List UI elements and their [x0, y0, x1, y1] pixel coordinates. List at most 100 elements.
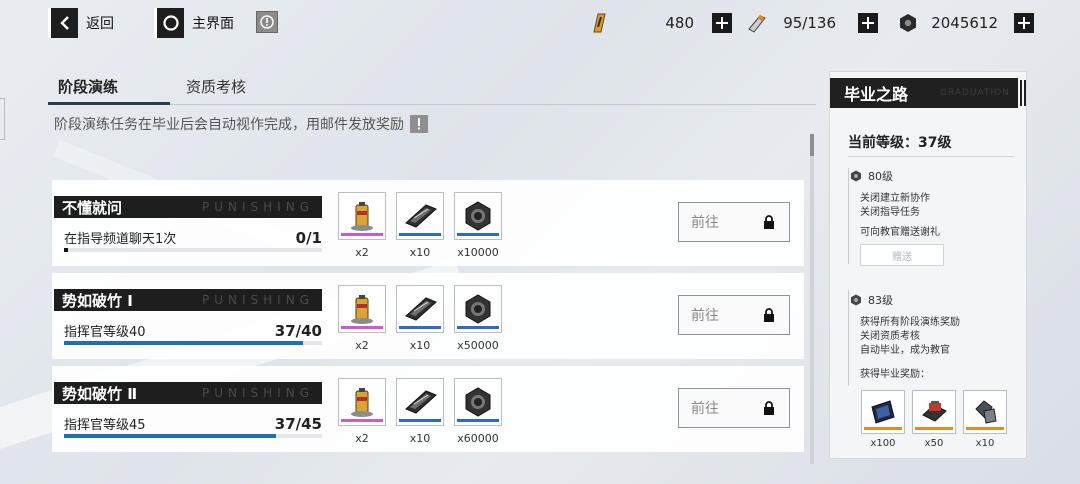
reward-item[interactable]: x60000 — [454, 378, 502, 445]
reward-item[interactable]: x10 — [396, 192, 444, 259]
level-80-line: 关闭建立新协作 — [860, 193, 930, 204]
stamina-icon — [593, 13, 606, 33]
level-83-line: 自动毕业，成为教官 — [860, 345, 950, 356]
graduation-panel: 毕业之路 GRADUATION 当前等级：37级 80级 关闭建立新协作 关闭指… — [829, 71, 1027, 459]
task-watermark: PUNISHING — [202, 200, 314, 214]
task-title-bar: 不懂就问 PUNISHING — [54, 196, 322, 218]
divider — [848, 156, 1014, 157]
task-title-bar: 势如破竹 Ⅱ PUNISHING — [54, 382, 322, 404]
task-requirement: 指挥官等级45 37/45 — [64, 414, 322, 433]
resource-key: 95/136 — [746, 12, 878, 34]
gift-button[interactable]: 赠送 — [860, 244, 944, 266]
progress-value: 37/45 — [274, 415, 322, 433]
reward-count: x60000 — [457, 432, 499, 445]
graduation-reward-item[interactable]: x100 — [861, 390, 905, 449]
reward-item[interactable]: x2 — [338, 378, 386, 445]
plus-icon — [1018, 17, 1030, 29]
reward-count: x2 — [355, 246, 369, 259]
go-button[interactable]: 前往 — [678, 388, 790, 428]
level-83-line: 关闭资质考核 — [860, 331, 920, 342]
progress-fill — [64, 341, 303, 345]
hex-level-icon — [851, 170, 861, 182]
back-label: 返回 — [86, 16, 114, 32]
level-80-line: 关闭指导任务 — [860, 207, 920, 218]
notice-label: 阶段演练任务在毕业后会自动视作完成，用邮件发放奖励 — [54, 117, 404, 133]
task-card: 不懂就问 PUNISHING 在指导频道聊天1次 0/1 x2 x10 x100… — [52, 180, 804, 266]
reward-item[interactable]: x10000 — [454, 192, 502, 259]
task-requirement: 在指导频道聊天1次 0/1 — [64, 228, 322, 247]
supply-box-icon — [922, 401, 947, 422]
graduation-rewards-title: 获得毕业奖励： — [860, 369, 930, 380]
coin-value: 2045612 — [931, 14, 998, 32]
task-requirement: 指挥官等级40 37/40 — [64, 321, 322, 340]
reward-count: x50 — [924, 438, 944, 449]
supply-chip-icon — [405, 204, 437, 228]
task-watermark: PUNISHING — [202, 386, 314, 400]
reward-count: x2 — [355, 432, 369, 445]
level-80-header: 80级 — [850, 168, 1016, 184]
progress-fill — [64, 248, 68, 252]
requirement-text: 在指导频道聊天1次 — [64, 232, 177, 247]
left-edge-tab — [0, 98, 5, 140]
home-button[interactable]: 主界面 — [154, 8, 234, 38]
hex-level-icon — [851, 294, 861, 306]
progress-bar — [64, 341, 322, 345]
add-stamina-button[interactable] — [712, 13, 732, 33]
go-button[interactable]: 前往 — [678, 202, 790, 242]
home-label: 主界面 — [192, 16, 234, 32]
tab-qualification[interactable]: 资质考核 — [186, 76, 246, 97]
timeline-line — [848, 168, 849, 264]
progress-fill — [64, 434, 277, 438]
lock-icon — [764, 401, 774, 415]
reward-count: x10000 — [457, 246, 499, 259]
graduation-header: 毕业之路 GRADUATION — [830, 78, 1026, 108]
plus-icon — [716, 17, 728, 29]
reward-item[interactable]: x2 — [338, 285, 386, 352]
add-coin-button[interactable] — [1014, 13, 1034, 33]
key-icon — [748, 14, 766, 33]
reward-count: x10 — [409, 246, 431, 259]
graduation-subtitle: GRADUATION — [940, 88, 1010, 98]
go-button[interactable]: 前往 — [678, 295, 790, 335]
progress-value: 0/1 — [295, 229, 322, 247]
timeline-line — [848, 290, 849, 386]
reward-count: x50000 — [457, 339, 499, 352]
reward-count: x2 — [355, 339, 369, 352]
scroll-thumb[interactable] — [810, 134, 814, 156]
notice-info-icon[interactable] — [410, 115, 428, 133]
reward-item[interactable]: x50000 — [454, 285, 502, 352]
tab-stage-drill[interactable]: 阶段演练 — [58, 76, 118, 97]
level-83-header: 83级 — [850, 292, 1016, 308]
notice-text: 阶段演练任务在毕业后会自动视作完成，用邮件发放奖励 — [54, 114, 428, 134]
gear-coin-icon — [465, 294, 491, 324]
add-key-button[interactable] — [858, 13, 878, 33]
task-scrollbar[interactable] — [810, 134, 814, 464]
back-arrow-icon — [48, 8, 78, 38]
level-80-block: 80级 关闭建立新协作 关闭指导任务 可向教官赠送谢礼 赠送 — [850, 168, 1016, 266]
reward-item[interactable]: x10 — [396, 285, 444, 352]
task-title: 势如破竹 Ⅱ — [62, 384, 138, 403]
go-label: 前往 — [691, 308, 719, 324]
level-83-label: 83级 — [868, 294, 893, 307]
info-button[interactable] — [256, 11, 278, 33]
top-bar: 返回 主界面 480 95/136 2045612 — [0, 0, 1080, 46]
graduation-reward-item[interactable]: x10 — [963, 390, 1007, 449]
go-label: 前往 — [691, 215, 719, 231]
back-button[interactable]: 返回 — [48, 8, 114, 38]
task-title: 不懂就问 — [62, 198, 123, 217]
crystal-item-icon — [975, 400, 997, 424]
progress-value: 37/40 — [274, 322, 322, 340]
supply-chip-icon — [405, 390, 437, 414]
battery-item-icon — [351, 295, 373, 324]
resource-coin: 2045612 — [898, 12, 1034, 34]
level-83-line: 获得所有阶段演练奖励 — [860, 317, 960, 328]
header-bars — [1020, 80, 1026, 106]
tab-active-indicator — [48, 102, 170, 105]
plus-icon — [862, 17, 874, 29]
coin-icon — [900, 14, 916, 32]
battery-item-icon — [351, 388, 373, 417]
reward-item[interactable]: x2 — [338, 192, 386, 259]
graduation-reward-item[interactable]: x50 — [912, 390, 956, 449]
reward-item[interactable]: x10 — [396, 378, 444, 445]
progress-bar — [64, 434, 322, 438]
